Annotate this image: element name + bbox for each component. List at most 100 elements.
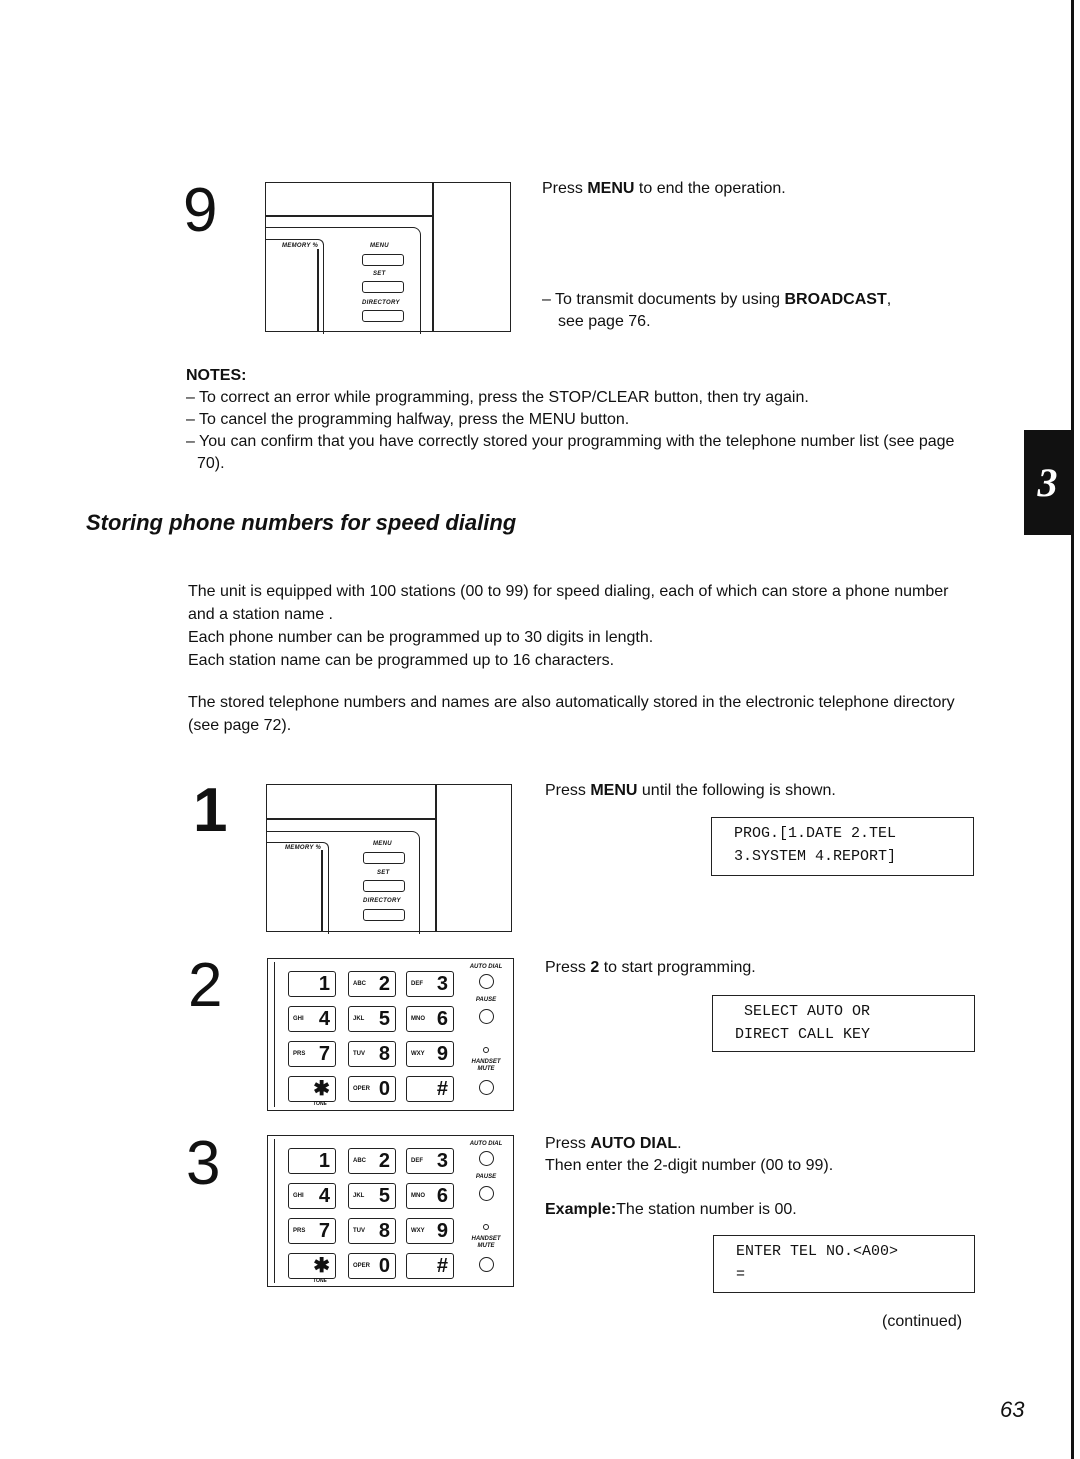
keypad-key-8[interactable]: TUV 8 [348, 1041, 396, 1067]
key-digit: ✱ [313, 1078, 330, 1100]
keypad-key-5[interactable]: JKL 5 [348, 1006, 396, 1032]
step2-instruction: Press 2 to start programming. [545, 957, 756, 979]
keypad-key-star[interactable]: ✱ [288, 1076, 336, 1102]
keypad-key-3[interactable]: DEF 3 [406, 971, 454, 997]
set-label: SET [373, 271, 386, 277]
key-digit: 5 [378, 1008, 390, 1030]
lcd-line: SELECT AUTO OR [735, 1003, 871, 1020]
menu-button[interactable] [363, 852, 405, 864]
note-item: – To correct an error while programming,… [186, 389, 809, 406]
notes-heading: NOTES: [186, 367, 247, 384]
set-button[interactable] [363, 880, 405, 892]
key-letters: JKL [353, 1193, 365, 1199]
chapter-tab: 3 [1024, 430, 1071, 535]
keypad-key-6[interactable]: MNO 6 [406, 1183, 454, 1209]
set-button[interactable] [362, 281, 404, 293]
key-digit: # [436, 1255, 448, 1277]
directory-button[interactable] [363, 909, 405, 921]
keypad-key-9[interactable]: WXY 9 [406, 1041, 454, 1067]
text: Press [545, 1135, 591, 1152]
lcd-line: DIRECT CALL KEY [735, 1026, 871, 1043]
lcd-line: = [736, 1266, 746, 1283]
key-letters: ABC [353, 1158, 366, 1164]
key-letters: GHI [293, 1193, 304, 1199]
handset-mute-button[interactable] [479, 1080, 494, 1095]
lcd-display: ENTER TEL NO.<A00> = [713, 1235, 975, 1293]
display-edge [321, 850, 323, 931]
keypad-key-7[interactable]: PRS 7 [288, 1218, 336, 1244]
keypad-key-0[interactable]: OPER 0 [348, 1076, 396, 1102]
panel-divider [267, 818, 435, 820]
set-label: SET [377, 870, 390, 876]
tone-label: TONE [313, 1101, 327, 1107]
keypad-key-0[interactable]: OPER 0 [348, 1253, 396, 1279]
key-digit: 8 [378, 1220, 390, 1242]
intro-line: Each station name can be programmed up t… [188, 652, 615, 669]
text: Press [545, 782, 591, 799]
panel-divider [432, 183, 434, 331]
keypad-key-7[interactable]: PRS 7 [288, 1041, 336, 1067]
key-digit: 2 [378, 973, 390, 995]
keypad-key-5[interactable]: JKL 5 [348, 1183, 396, 1209]
display-frame [266, 239, 324, 334]
key-digit: 3 [436, 973, 448, 995]
directory-label: DIRECTORY [362, 300, 400, 306]
key-digit: 1 [318, 1150, 330, 1172]
keypad-key-2[interactable]: ABC 2 [348, 971, 396, 997]
auto-dial-label: AUTO DIAL [469, 964, 503, 970]
keypad-key-4[interactable]: GHI 4 [288, 1183, 336, 1209]
note-item: – You can confirm that you have correctl… [186, 433, 955, 472]
keypad-key-3[interactable]: DEF 3 [406, 1148, 454, 1174]
keypad-key-9[interactable]: WXY 9 [406, 1218, 454, 1244]
key-letters: MNO [411, 1016, 425, 1022]
keypad-key-star[interactable]: ✱ [288, 1253, 336, 1279]
memory-label: MEMORY % [285, 845, 322, 851]
keypad-edge [274, 1139, 275, 1283]
step-number-3: 3 [186, 1129, 221, 1198]
key-digit: 9 [436, 1220, 448, 1242]
panel-divider [435, 785, 437, 931]
page-number: 63 [1000, 1397, 1025, 1422]
display-edge [317, 249, 319, 331]
handset-mute-button[interactable] [479, 1257, 494, 1272]
key-letters: OPER [353, 1086, 371, 1092]
auto-dial-button[interactable] [479, 974, 494, 989]
key-digit: 0 [378, 1078, 390, 1100]
auto-dial-button[interactable] [479, 1151, 494, 1166]
directory-button[interactable] [362, 310, 404, 322]
lcd-display: SELECT AUTO OR DIRECT CALL KEY [712, 995, 975, 1052]
keypad-key-8[interactable]: TUV 8 [348, 1218, 396, 1244]
keypad-key-hash[interactable]: # [406, 1076, 454, 1102]
text: , [886, 291, 892, 308]
lcd-display: PROG.[1.DATE 2.TEL 3.SYSTEM 4.REPORT] [711, 817, 974, 876]
step-number-9: 9 [183, 176, 218, 245]
menu-button[interactable] [362, 254, 404, 266]
handset-mute-label: HANDSET MUTE [471, 1059, 501, 1072]
text: Press [545, 959, 591, 976]
keypad-key-1[interactable]: 1 [288, 1148, 336, 1174]
notes-block: NOTES: – To correct an error while progr… [186, 365, 976, 475]
key-digit: 9 [436, 1043, 448, 1065]
text: The station number is 00. [616, 1201, 797, 1218]
keypad-key-4[interactable]: GHI 4 [288, 1006, 336, 1032]
text: . [677, 1135, 682, 1152]
keypad-key-2[interactable]: ABC 2 [348, 1148, 396, 1174]
text: – To transmit documents by using [542, 291, 785, 308]
keypad-key-1[interactable]: 1 [288, 971, 336, 997]
panel-divider [266, 215, 432, 217]
keypad-key-6[interactable]: MNO 6 [406, 1006, 454, 1032]
key-name: MENU [587, 180, 635, 197]
pause-button[interactable] [479, 1186, 494, 1201]
directory-label: DIRECTORY [363, 898, 401, 904]
key-digit: 6 [436, 1185, 448, 1207]
pause-button[interactable] [479, 1009, 494, 1024]
key-digit: 7 [318, 1043, 330, 1065]
key-digit: 1 [318, 973, 330, 995]
key-letters: DEF [411, 981, 423, 987]
lcd-line: ENTER TEL NO.<A00> [736, 1243, 899, 1260]
intro-line: The unit is equipped with 100 stations (… [188, 583, 949, 623]
tone-label: TONE [313, 1278, 327, 1284]
indicator-light [483, 1224, 489, 1230]
key-digit: 3 [436, 1150, 448, 1172]
keypad-key-hash[interactable]: # [406, 1253, 454, 1279]
